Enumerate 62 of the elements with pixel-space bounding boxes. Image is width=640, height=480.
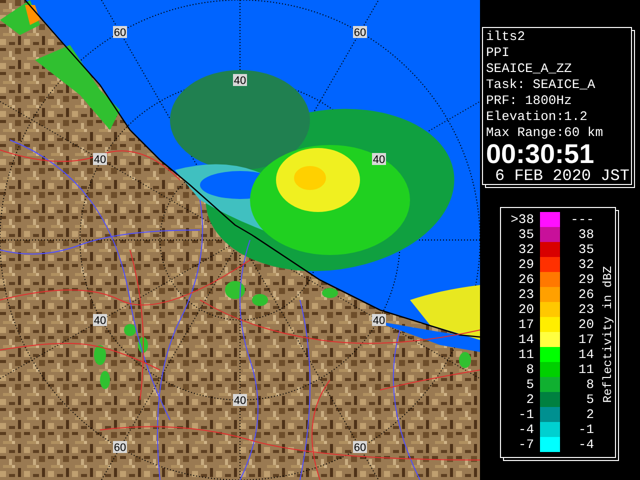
range-label: 40 xyxy=(372,314,386,327)
precipitation-core xyxy=(294,166,326,190)
range-low: 8 xyxy=(526,362,534,377)
range-low: 17 xyxy=(518,317,534,332)
range-label: 40 xyxy=(93,314,107,327)
precipitation-echo xyxy=(138,337,148,353)
range-high: -4 xyxy=(578,437,594,452)
range-high: -1 xyxy=(578,422,594,437)
range-high: 20 xyxy=(578,317,594,332)
info-line: Task: SEAICE_A xyxy=(486,77,596,93)
range-low: 35 xyxy=(518,227,534,242)
range-high: 32 xyxy=(578,257,594,272)
range-low: 20 xyxy=(518,302,534,317)
time-readout: 00:30:51 xyxy=(486,141,594,167)
range-label: 60 xyxy=(113,26,127,39)
range-high: 14 xyxy=(578,347,594,362)
range-high: 17 xyxy=(578,332,594,347)
range-label: 40 xyxy=(93,153,107,166)
range-high: 11 xyxy=(578,362,594,377)
range-low: 29 xyxy=(518,257,534,272)
range-label: 40 xyxy=(233,394,247,407)
precipitation-echo xyxy=(225,281,245,299)
range-low: 14 xyxy=(518,332,534,347)
range-low: 5 xyxy=(526,377,534,392)
range-high: 5 xyxy=(586,392,594,407)
range-low: 26 xyxy=(518,272,534,287)
range-low: 23 xyxy=(518,287,534,302)
range-label: 40 xyxy=(233,74,247,87)
range-low: -1 xyxy=(518,407,534,422)
range-low: 11 xyxy=(518,347,534,362)
info-line: ilts2 xyxy=(486,29,526,45)
legend-title: Reflectivity in dBZ xyxy=(600,266,614,403)
range-high: 8 xyxy=(586,377,594,392)
range-high: 35 xyxy=(578,242,594,257)
range-low: -4 xyxy=(518,422,534,437)
info-line: Elevation:1.2 xyxy=(486,109,588,125)
range-label: 40 xyxy=(372,153,386,166)
precipitation-echo xyxy=(322,288,338,298)
range-low: 2 xyxy=(526,392,534,407)
precipitation-echo xyxy=(252,294,268,306)
info-line: SEAICE_A_ZZ xyxy=(486,61,572,77)
range-low: >38 xyxy=(510,212,534,227)
range-high: 38 xyxy=(578,227,594,242)
precipitation-echo xyxy=(100,371,110,389)
range-high: 26 xyxy=(578,287,594,302)
range-high: --- xyxy=(570,212,594,227)
range-high: 29 xyxy=(578,272,594,287)
range-low: -7 xyxy=(518,437,534,452)
info-line: Max Range:60 km xyxy=(486,125,604,141)
range-label: 60 xyxy=(353,26,367,39)
precipitation-echo xyxy=(459,352,471,368)
info-line: PRF: 1800Hz xyxy=(486,93,572,109)
precipitation-echo xyxy=(94,345,106,365)
range-label: 60 xyxy=(113,441,127,454)
range-label: 60 xyxy=(353,441,367,454)
precipitation-echo xyxy=(410,285,480,340)
info-line: PPI xyxy=(486,45,510,61)
date-readout: 6 FEB 2020 JST xyxy=(495,167,630,185)
range-low: 32 xyxy=(518,242,534,257)
range-high: 2 xyxy=(586,407,594,422)
precipitation-echo xyxy=(124,324,136,336)
range-high: 23 xyxy=(578,302,594,317)
